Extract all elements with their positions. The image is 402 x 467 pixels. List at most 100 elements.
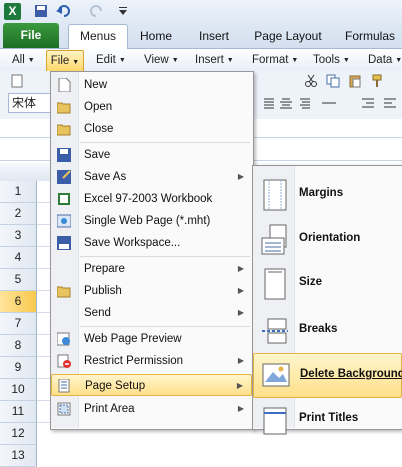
menu-item-page-setup[interactable]: Page Setup ▶ — [51, 374, 252, 396]
excel-workbook-icon — [58, 193, 70, 205]
menu-tools[interactable]: Tools ▼ — [313, 52, 350, 69]
submenu-arrow-icon: ▶ — [236, 381, 243, 390]
submenu-item-delete-background[interactable]: Delete Background — [253, 353, 402, 398]
menu-item-prepare[interactable]: Prepare ▶ — [51, 258, 252, 280]
excel-app-icon: X — [4, 3, 21, 20]
row-header[interactable]: 12 — [0, 423, 37, 445]
submenu-print-titles-label: Print Titles — [299, 412, 359, 424]
web-page-icon — [57, 214, 71, 228]
submenu-item-orientation[interactable]: Orientation — [253, 218, 402, 262]
open-folder-icon — [57, 102, 71, 114]
menu-separator — [80, 326, 250, 327]
menu-insert-label: Insert — [195, 54, 224, 66]
row-header[interactable]: 7 — [0, 313, 37, 335]
menu-item-print-area[interactable]: Print Area ▶ — [51, 398, 252, 420]
tab-file[interactable]: File — [3, 23, 59, 48]
menu-item-single-web-page-label: Single Web Page (*.mht) — [84, 215, 211, 227]
menu-item-excel-97-2003[interactable]: Excel 97-2003 Workbook — [51, 188, 252, 210]
row-header[interactable]: 11 — [0, 401, 37, 423]
menu-item-new[interactable]: New — [51, 74, 252, 96]
menu-item-open-label: Open — [84, 101, 113, 113]
submenu-item-margins[interactable]: Margins — [253, 173, 402, 217]
menu-item-close[interactable]: Close — [51, 118, 252, 140]
menu-item-single-web-page[interactable]: Single Web Page (*.mht) — [51, 210, 252, 232]
new-doc-icon — [58, 78, 71, 92]
submenu-margins-label: Margins — [299, 187, 344, 199]
cell-grid[interactable] — [37, 181, 51, 428]
redo-icon[interactable] — [88, 4, 104, 18]
menu-view-label: View — [144, 54, 169, 66]
menu-item-restrict-permission[interactable]: Restrict Permission ▶ — [51, 350, 252, 372]
menu-item-save[interactable]: Save — [51, 144, 252, 166]
menu-all-label: All — [12, 54, 25, 66]
row-header[interactable]: 6 — [0, 291, 37, 313]
menu-tools-label: Tools — [313, 54, 340, 66]
menu-item-restrict-permission-label: Restrict Permission — [84, 355, 184, 367]
menu-item-page-setup-label: Page Setup — [85, 380, 146, 392]
row-header[interactable]: 4 — [0, 247, 37, 269]
menu-data[interactable]: Data ▼ — [368, 52, 402, 69]
menu-file[interactable]: File ▼ — [46, 50, 84, 72]
row-header[interactable]: 10 — [0, 379, 37, 401]
menu-item-close-label: Close — [84, 123, 114, 135]
tab-insert[interactable]: Insert — [192, 26, 236, 47]
tab-page-layout[interactable]: Page Layout — [250, 26, 326, 47]
menu-format-label: Format — [252, 54, 289, 66]
tab-formulas[interactable]: Formulas — [340, 26, 400, 47]
indent-icons[interactable] — [360, 96, 400, 110]
close-folder-icon — [57, 124, 71, 136]
tab-menus[interactable]: Menus — [68, 24, 128, 49]
submenu-item-print-titles[interactable]: Print Titles — [253, 398, 402, 442]
menu-edit-label: Edit — [96, 54, 116, 66]
row-header[interactable]: 9 — [0, 357, 37, 379]
customize-toolbar-icon[interactable] — [118, 6, 128, 16]
row-header[interactable]: 2 — [0, 203, 37, 225]
submenu-orientation-label: Orientation — [299, 232, 361, 244]
copy-icon[interactable] — [326, 74, 340, 88]
font-name-select[interactable]: 宋体 — [8, 93, 53, 113]
save-icon[interactable] — [34, 4, 48, 18]
menu-all[interactable]: All ▼ — [12, 52, 35, 69]
submenu-delete-background-label: Delete Background — [300, 368, 402, 380]
menu-item-send[interactable]: Send ▶ — [51, 302, 252, 324]
undo-icon[interactable] — [56, 4, 72, 18]
submenu-item-breaks[interactable]: Breaks — [253, 309, 402, 353]
menu-item-print-area-label: Print Area — [84, 403, 135, 415]
menu-item-excel-97-label: Excel 97-2003 Workbook — [84, 193, 213, 205]
menu-item-prepare-label: Prepare — [84, 263, 125, 275]
page-setup-icon — [58, 379, 70, 393]
cut-icon[interactable] — [304, 74, 318, 88]
submenu-arrow-icon: ▶ — [237, 308, 244, 317]
tab-home[interactable]: Home — [136, 26, 176, 47]
web-preview-icon — [57, 332, 70, 346]
submenu-size-label: Size — [299, 276, 323, 288]
menu-item-open[interactable]: Open — [51, 96, 252, 118]
print-titles-icon — [263, 407, 287, 435]
menu-item-publish-label: Publish — [84, 285, 122, 297]
row-header[interactable]: 8 — [0, 335, 37, 357]
menu-item-publish[interactable]: Publish ▶ — [51, 280, 252, 302]
menu-separator — [80, 142, 250, 143]
row-header[interactable]: 5 — [0, 269, 37, 291]
row-header[interactable]: 13 — [0, 445, 37, 467]
format-painter-icon[interactable] — [370, 74, 384, 88]
new-doc-icon[interactable] — [10, 74, 24, 88]
menu-insert[interactable]: Insert ▼ — [195, 52, 234, 69]
submenu-arrow-icon: ▶ — [237, 356, 244, 365]
row-header[interactable]: 3 — [0, 225, 37, 247]
alignment-icons[interactable] — [262, 96, 342, 110]
paste-icon[interactable] — [348, 74, 362, 88]
menu-data-label: Data — [368, 54, 393, 66]
menu-separator — [80, 256, 250, 257]
row-header[interactable]: 1 — [0, 181, 37, 203]
menu-edit[interactable]: Edit ▼ — [96, 52, 126, 69]
submenu-item-size[interactable]: Size — [253, 262, 402, 306]
margins-icon — [263, 179, 287, 211]
save-as-icon — [57, 170, 71, 184]
menu-item-save-workspace[interactable]: Save Workspace... — [51, 232, 252, 254]
menu-item-web-page-preview[interactable]: Web Page Preview — [51, 328, 252, 350]
menu-item-save-as[interactable]: Save As ▶ — [51, 166, 252, 188]
menu-format[interactable]: Format ▼ — [252, 52, 298, 69]
menu-view[interactable]: View ▼ — [144, 52, 179, 69]
menu-item-new-label: New — [84, 79, 108, 91]
